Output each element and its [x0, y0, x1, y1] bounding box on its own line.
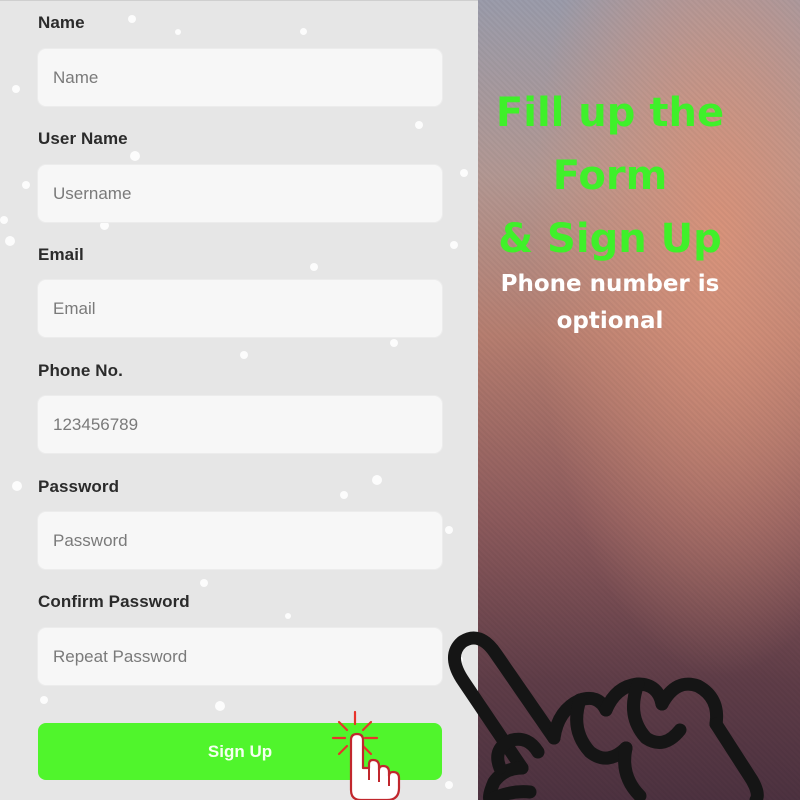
snow-speck: [310, 263, 318, 271]
password-label: Password: [38, 477, 120, 496]
snow-speck: [285, 613, 291, 619]
snow-speck: [340, 491, 348, 499]
snow-speck: [240, 351, 248, 359]
snow-speck: [300, 28, 307, 35]
phone-input[interactable]: [38, 396, 442, 453]
email-label: Email: [38, 245, 84, 264]
snow-speck: [0, 216, 8, 224]
snow-speck: [130, 151, 140, 161]
promo-title-line: Fill up the: [495, 90, 725, 136]
snow-speck: [450, 241, 458, 249]
snow-speck: [372, 475, 382, 485]
snow-speck: [12, 85, 20, 93]
password-input[interactable]: [38, 512, 442, 569]
promo-title: Fill up the Form & Sign Up: [490, 82, 730, 271]
signup-form: Name User Name Email Phone No. Password …: [0, 0, 478, 800]
click-cursor-icon: [331, 710, 401, 800]
snow-speck: [415, 121, 423, 129]
name-input[interactable]: [38, 49, 442, 106]
promo-title-line: & Sign Up: [498, 216, 722, 262]
snow-speck: [12, 481, 22, 491]
username-label: User Name: [38, 129, 128, 148]
snow-speck: [100, 221, 109, 230]
promo-subtitle-line: Phone number is: [500, 271, 720, 297]
snow-speck: [40, 696, 48, 704]
snow-speck: [215, 701, 225, 711]
snow-speck: [390, 339, 398, 347]
snow-speck: [460, 169, 468, 177]
snow-speck: [22, 181, 30, 189]
confirm-password-input[interactable]: [38, 628, 442, 685]
pointing-hand-icon: [448, 631, 764, 800]
snow-speck: [445, 526, 453, 534]
phone-label: Phone No.: [38, 361, 123, 380]
username-input[interactable]: [38, 165, 442, 222]
snow-speck: [128, 15, 136, 23]
confirm-password-label: Confirm Password: [38, 592, 190, 611]
snow-speck: [200, 579, 208, 587]
name-label: Name: [38, 13, 85, 32]
snow-speck: [175, 29, 181, 35]
email-input[interactable]: [38, 280, 442, 337]
snow-speck: [5, 236, 15, 246]
promo-subtitle: Phone number is optional: [490, 266, 730, 340]
promo-subtitle-line: optional: [556, 308, 664, 334]
promo-title-line: Form: [552, 153, 668, 199]
